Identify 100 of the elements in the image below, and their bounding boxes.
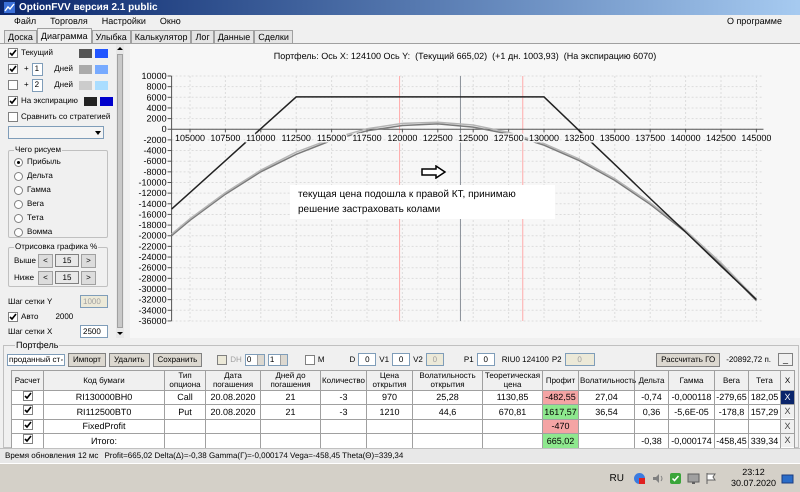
tab[interactable]: Улыбка	[92, 30, 131, 43]
clock-date[interactable]: 30.07.2020	[730, 478, 776, 489]
checkbox[interactable]	[8, 312, 18, 322]
radio-button[interactable]	[14, 172, 23, 181]
series-label: На экспирацию	[21, 95, 78, 108]
checkbox[interactable]	[23, 434, 33, 444]
days-field[interactable]: 2	[32, 78, 44, 92]
radio-button[interactable]	[14, 228, 23, 237]
radio-button[interactable]	[14, 158, 23, 167]
tab[interactable]: Доска	[4, 30, 37, 43]
column-header[interactable]: Дней до погашения	[260, 370, 320, 390]
remove-button[interactable]: X	[781, 420, 794, 432]
menu-item[interactable]: Торговля	[50, 15, 88, 29]
input-field[interactable]: 0	[358, 353, 376, 366]
monitor-icon[interactable]	[686, 472, 700, 484]
scroll-down-icon[interactable]	[116, 329, 124, 338]
language-indicator[interactable]: RU	[610, 470, 624, 486]
tab[interactable]: Диаграмма	[36, 28, 92, 43]
input-field[interactable]: 0	[476, 353, 495, 366]
shield-check-icon[interactable]	[668, 472, 682, 484]
spin-field[interactable]: 0	[244, 354, 265, 366]
spin-value: 0	[246, 354, 252, 366]
color-swatch[interactable]	[95, 80, 108, 90]
tab[interactable]: Сделки	[254, 30, 293, 43]
decrease-button[interactable]: <	[38, 254, 53, 268]
column-header[interactable]: X	[780, 370, 794, 390]
axis-label: 112500	[282, 133, 311, 144]
column-header[interactable]: Тета	[748, 370, 780, 390]
color-swatch[interactable]	[100, 96, 113, 106]
color-swatch[interactable]	[95, 64, 108, 74]
axis-label: 127500	[494, 133, 524, 144]
table-cell: FixedProfit	[44, 419, 164, 434]
increase-button[interactable]: >	[81, 270, 96, 285]
clock-time[interactable]: 23:12	[742, 467, 765, 478]
radio-button[interactable]	[14, 200, 23, 209]
menu-item[interactable]: Настройки	[102, 15, 146, 29]
speaker-icon[interactable]	[650, 472, 664, 484]
column-header[interactable]: Волатильность открытия	[412, 370, 482, 390]
remove-button[interactable]: X	[781, 390, 794, 404]
menu-item[interactable]: О программе	[726, 15, 782, 29]
increase-button[interactable]: >	[81, 254, 96, 268]
radio-button[interactable]	[14, 186, 23, 195]
value-field[interactable]: 15	[55, 254, 79, 268]
checkbox[interactable]	[8, 112, 18, 122]
axis-label: 8000	[146, 82, 167, 92]
checkbox[interactable]	[304, 354, 315, 364]
checkbox[interactable]	[23, 405, 33, 415]
axis-label: -24000	[138, 252, 167, 262]
decrease-button[interactable]: <	[38, 270, 53, 285]
checkbox[interactable]	[8, 64, 18, 74]
flag-icon[interactable]	[704, 472, 718, 484]
globe-icon[interactable]	[632, 472, 646, 484]
column-header[interactable]: Тип опциона	[164, 370, 206, 390]
value-field[interactable]: 15	[55, 271, 79, 284]
column-header[interactable]: Расчет	[12, 370, 44, 390]
radio-button[interactable]	[14, 214, 23, 223]
menu-item[interactable]: Окно	[160, 15, 181, 29]
toolbar-button[interactable]: Импорт	[68, 352, 106, 366]
column-header[interactable]: Волатильность	[578, 370, 634, 390]
tab[interactable]: Лог	[191, 30, 214, 43]
remove-button[interactable]: X	[781, 434, 794, 447]
column-header[interactable]: Количество	[320, 370, 366, 390]
toolbar-button[interactable]: Удалить	[108, 352, 150, 366]
color-swatch[interactable]	[79, 64, 92, 74]
remove-button[interactable]: X	[781, 405, 794, 418]
column-header[interactable]: Код бумаги	[44, 370, 164, 390]
calculate-button[interactable]: Рассчитать ГО	[656, 352, 720, 366]
color-swatch[interactable]	[79, 48, 92, 58]
column-header[interactable]: Вега	[714, 370, 748, 390]
tab[interactable]: Данные	[214, 30, 254, 43]
input-field[interactable]: 0	[392, 353, 410, 366]
field-label: Шаг сетки Y	[8, 296, 52, 308]
scroll-up-icon[interactable]	[116, 44, 124, 53]
column-header[interactable]: Дельта	[634, 370, 668, 390]
axis-label: -22000	[138, 241, 167, 252]
color-swatch[interactable]	[95, 48, 108, 58]
column-header[interactable]: Теоретическая цена	[482, 370, 542, 390]
checkbox[interactable]	[23, 390, 33, 400]
field-label: D	[350, 354, 356, 366]
checkbox[interactable]	[8, 80, 18, 90]
column-header[interactable]: Профит	[542, 370, 578, 390]
tab[interactable]: Калькулятор	[130, 30, 192, 43]
color-swatch[interactable]	[84, 96, 97, 106]
grid-step-field[interactable]: 2500	[80, 325, 108, 338]
column-header[interactable]: Цена открытия	[366, 370, 412, 390]
days-field[interactable]: 1	[32, 62, 44, 76]
menu-item[interactable]: Файл	[14, 15, 36, 29]
axis-label: 122500	[422, 133, 453, 144]
checkbox[interactable]	[23, 420, 33, 430]
column-header[interactable]: Дата погашения	[206, 370, 260, 390]
color-swatch[interactable]	[79, 80, 92, 90]
spin-field[interactable]: 1	[268, 354, 288, 366]
strategy-dropdown[interactable]	[8, 126, 104, 140]
desktop-icon[interactable]	[781, 472, 794, 484]
minimize-button[interactable]: _	[778, 353, 793, 366]
toolbar-button[interactable]: Сохранить	[152, 352, 202, 366]
checkbox[interactable]	[8, 96, 18, 106]
column-header[interactable]: Гамма	[668, 370, 714, 390]
checkbox[interactable]	[8, 48, 18, 58]
scroll-thumb[interactable]	[117, 54, 123, 328]
